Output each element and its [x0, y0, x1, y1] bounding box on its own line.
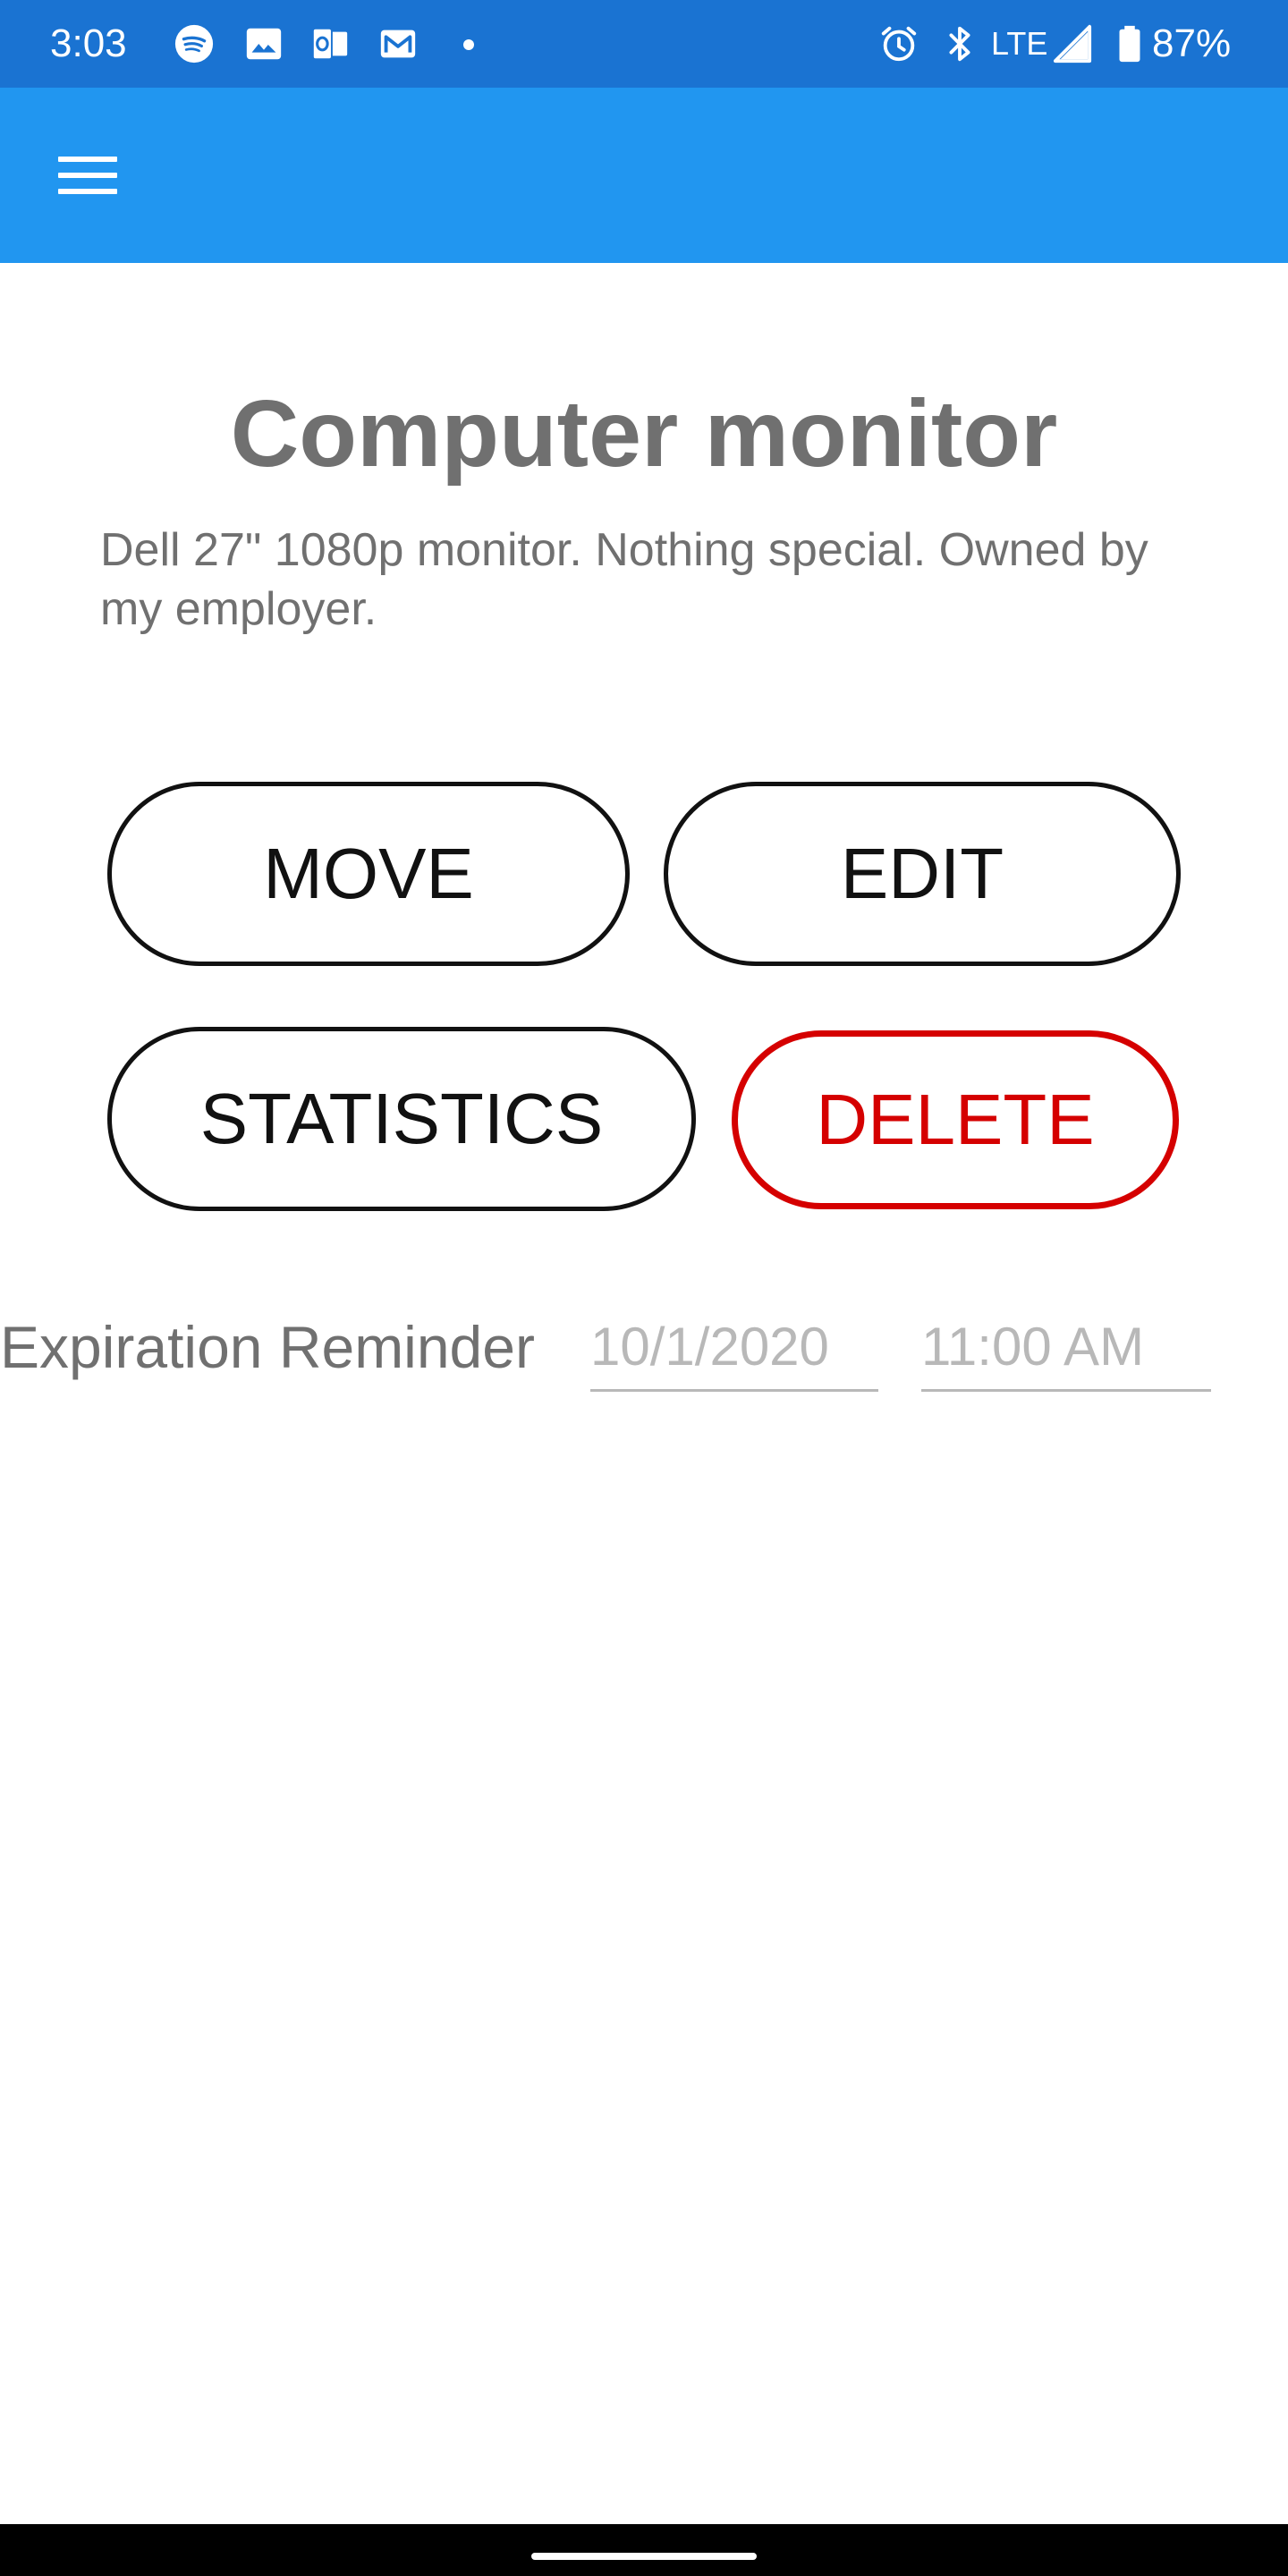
screen: 3:03 LTE 87% Computer monitor Dell 27" 1… [0, 0, 1288, 2576]
delete-button[interactable]: DELETE [732, 1030, 1179, 1209]
spotify-icon [174, 24, 214, 64]
battery-icon [1119, 25, 1140, 63]
menu-line [58, 189, 117, 194]
navigation-bar [0, 2524, 1288, 2576]
status-bar: 3:03 LTE 87% [0, 0, 1288, 88]
battery-percentage: 87% [1152, 21, 1232, 65]
edit-button[interactable]: EDIT [664, 782, 1181, 966]
menu-line [58, 173, 117, 178]
item-description: Dell 27" 1080p monitor. Nothing special.… [100, 524, 1148, 635]
alarm-icon [881, 26, 917, 62]
reminder-date-field[interactable]: 10/1/2020 [590, 1309, 878, 1392]
gmail-icon [380, 30, 416, 58]
statistics-button[interactable]: STATISTICS [107, 1027, 696, 1211]
expiration-reminder-label: Expiration Reminder [0, 1314, 535, 1380]
move-button[interactable]: MOVE [107, 782, 630, 966]
page-title: Computer monitor [230, 381, 1058, 487]
menu-line [58, 157, 117, 162]
image-icon [246, 28, 282, 60]
signal-icon [1053, 24, 1092, 64]
more-dot-icon [463, 39, 474, 50]
reminder-time-field[interactable]: 11:00 AM [921, 1309, 1211, 1392]
app-bar [0, 88, 1288, 263]
status-time: 3:03 [50, 21, 127, 65]
outlook-icon [311, 27, 348, 61]
bluetooth-icon [949, 26, 970, 62]
hamburger-menu-icon[interactable] [45, 138, 131, 213]
network-type: LTE [991, 25, 1048, 62]
home-gesture-handle[interactable] [531, 2553, 757, 2560]
